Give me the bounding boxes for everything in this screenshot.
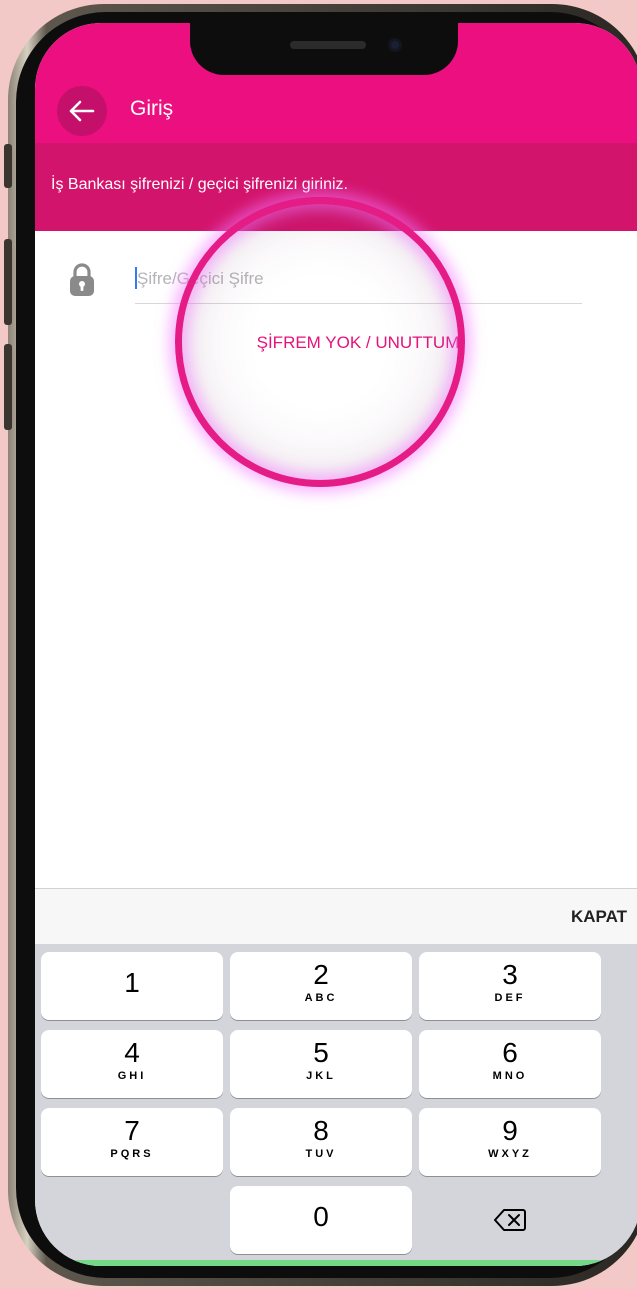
forgot-password-link[interactable]: ŞİFREM YOK / UNUTTUM [35, 333, 637, 353]
arrow-left-icon [69, 100, 95, 122]
key-letters: MNO [492, 1070, 528, 1082]
key-letters: ABC [304, 992, 338, 1004]
key-letters: TUV [305, 1148, 337, 1160]
key-1[interactable]: 1 [41, 952, 223, 1020]
key-6[interactable]: 6 MNO [419, 1030, 601, 1098]
key-letters: DEF [494, 992, 526, 1004]
speaker [290, 41, 366, 49]
notch [190, 23, 458, 75]
bottom-edge [35, 1260, 637, 1266]
key-4[interactable]: 4 GHI [41, 1030, 223, 1098]
key-letters: JKL [306, 1070, 336, 1082]
key-3[interactable]: 3 DEF [419, 952, 601, 1020]
numeric-keypad: 1 2 ABC 3 DEF 4 GHI 5 JKL 6 MNO 7 PQRS 8… [35, 944, 637, 1266]
key-number: 7 [124, 1115, 140, 1146]
key-number: 9 [502, 1115, 518, 1146]
volume-down-button [4, 344, 12, 430]
mute-switch [4, 144, 12, 188]
front-camera [388, 38, 402, 52]
lock-icon [69, 263, 95, 302]
key-number: 2 [313, 959, 329, 990]
key-number: 1 [124, 967, 140, 998]
key-number: 6 [502, 1037, 518, 1068]
key-number: 0 [313, 1201, 329, 1232]
key-letters: WXYZ [488, 1148, 532, 1160]
key-8[interactable]: 8 TUV [230, 1108, 412, 1176]
delete-key[interactable] [419, 1186, 601, 1254]
password-input[interactable]: Şifre/Geçici Şifre [135, 259, 582, 304]
page-title: Giriş [130, 97, 174, 120]
key-letters: GHI [117, 1070, 147, 1082]
key-number: 4 [124, 1037, 140, 1068]
key-9[interactable]: 9 WXYZ [419, 1108, 601, 1176]
key-2[interactable]: 2 ABC [230, 952, 412, 1020]
password-placeholder: Şifre/Geçici Şifre [137, 269, 264, 288]
key-number: 3 [502, 959, 518, 990]
key-5[interactable]: 5 JKL [230, 1030, 412, 1098]
app-screen: Giriş İş Bankası şifrenizi / geçici şifr… [35, 23, 637, 1266]
key-7[interactable]: 7 PQRS [41, 1108, 223, 1176]
key-letters: PQRS [110, 1148, 154, 1160]
close-keyboard-button[interactable]: KAPAT [571, 907, 627, 927]
backspace-icon [494, 1209, 526, 1231]
keyboard-toolbar: KAPAT [35, 888, 637, 944]
key-number: 5 [313, 1037, 329, 1068]
key-number: 8 [313, 1115, 329, 1146]
back-button[interactable] [57, 86, 107, 136]
instruction-text: İş Bankası şifrenizi / geçici şifrenizi … [35, 143, 637, 231]
volume-up-button [4, 239, 12, 325]
key-0[interactable]: 0 [230, 1186, 412, 1254]
